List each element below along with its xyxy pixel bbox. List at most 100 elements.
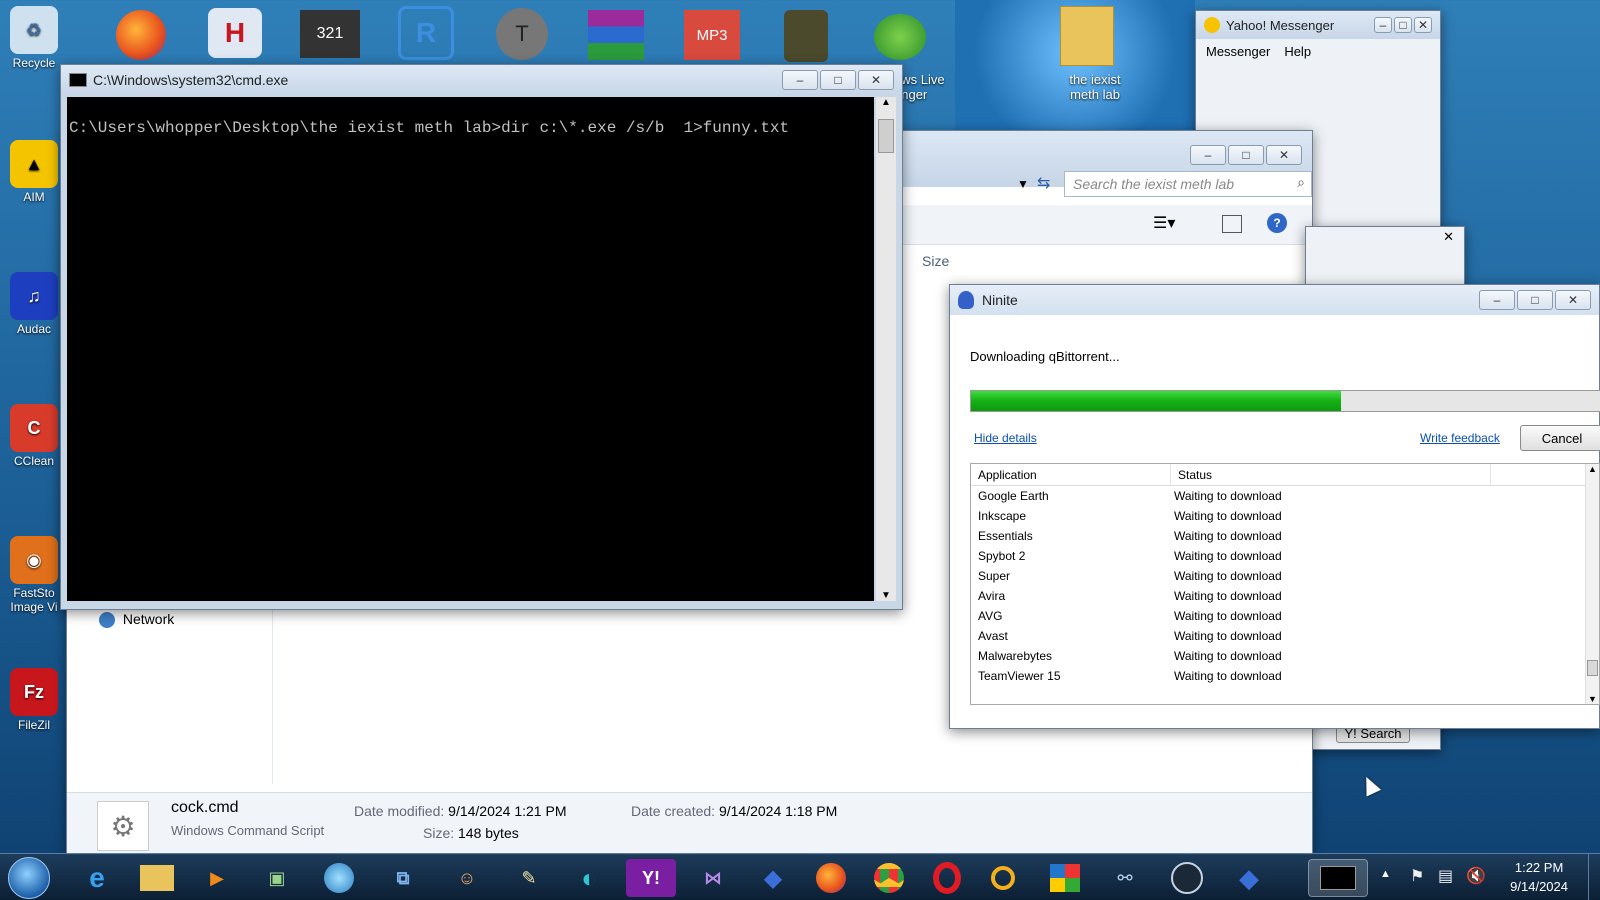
network-sharing-icon[interactable]: ⚯ — [1100, 859, 1150, 897]
action-center-flag-icon[interactable]: ⚑ — [1410, 866, 1424, 886]
search-input[interactable]: Search the iexist meth lab ⌕ — [1064, 171, 1312, 197]
ninite-running-icon[interactable]: ◆ — [1224, 859, 1274, 897]
start-button[interactable] — [8, 857, 50, 899]
media-player-classic-icon[interactable]: 321 — [300, 10, 360, 58]
desktop-icon-audacity[interactable]: ♫ Audac — [2, 272, 66, 336]
scroll-down-icon[interactable]: ▼ — [876, 590, 896, 601]
folder-label: the iexist meth lab — [1069, 72, 1121, 102]
cmd-taskbar-icon[interactable] — [1308, 859, 1368, 897]
show-hidden-icons-icon[interactable]: ▲ — [1380, 868, 1391, 880]
realvnc-icon[interactable]: R — [398, 6, 454, 60]
download-status: Downloading qBittorrent... — [970, 349, 1120, 364]
hotspot-shield-icon[interactable]: H — [208, 8, 262, 58]
device-manager-icon[interactable]: ▣ — [252, 859, 302, 897]
ninite-taskbar-icon[interactable]: ◆ — [748, 859, 798, 897]
preview-pane-icon[interactable] — [1222, 215, 1242, 233]
paint-icon[interactable]: ✎ — [504, 859, 554, 897]
table-row[interactable]: Spybot 2 Waiting to download — [971, 546, 1599, 566]
modified-value: 9/14/2024 1:21 PM — [448, 803, 567, 819]
col-status[interactable]: Status — [1171, 464, 1491, 485]
maximize-button[interactable]: □ — [820, 70, 856, 90]
created-value: 9/14/2024 1:18 PM — [718, 803, 838, 819]
maximize-button[interactable]: □ — [1394, 17, 1412, 33]
column-header-size[interactable]: Size — [922, 253, 949, 269]
users-icon[interactable]: ☺ — [442, 859, 492, 897]
minimize-button[interactable]: – — [1479, 290, 1515, 310]
desktop-icon-recycle-bin[interactable]: ♻ Recycle — [2, 6, 66, 70]
cancel-button[interactable]: Cancel — [1520, 425, 1600, 451]
desktop-icon-filezilla[interactable]: Fz FileZil — [2, 668, 66, 732]
table-row[interactable]: Inkscape Waiting to download — [971, 506, 1599, 526]
firefox-desktop-icon[interactable] — [116, 10, 166, 60]
network-share-icon[interactable]: ⧉ — [378, 859, 428, 897]
steam-icon[interactable] — [1162, 859, 1212, 897]
scroll-up-icon[interactable]: ▲ — [1586, 464, 1599, 474]
mp3-icon[interactable]: MP3 — [684, 10, 740, 60]
visual-studio-installer-icon[interactable]: ⋈ — [688, 859, 738, 897]
table-row[interactable]: AVG Waiting to download — [971, 606, 1599, 626]
view-options-icon[interactable]: ☰▾ — [1153, 213, 1175, 233]
menu-help[interactable]: Help — [1284, 44, 1311, 59]
chrome-icon[interactable] — [864, 859, 914, 897]
table-scrollbar[interactable]: ▲ ▼ — [1585, 464, 1599, 704]
help-icon[interactable]: ? — [1267, 213, 1287, 233]
hide-details-link[interactable]: Hide details — [974, 431, 1037, 445]
desktop-icon-aim[interactable]: ▲ AIM — [2, 140, 66, 204]
close-icon[interactable]: ✕ — [1443, 229, 1454, 245]
nav-network[interactable]: Network — [99, 611, 174, 629]
close-button[interactable]: ✕ — [1414, 17, 1432, 33]
table-row[interactable]: Avira Waiting to download — [971, 586, 1599, 606]
maximize-button[interactable]: □ — [1228, 145, 1264, 165]
close-button[interactable]: ✕ — [858, 70, 894, 90]
windows-update-icon[interactable] — [1040, 859, 1090, 897]
file-explorer-icon[interactable] — [132, 859, 182, 897]
close-button[interactable]: ✕ — [1266, 145, 1302, 165]
scroll-down-icon[interactable]: ▼ — [1586, 694, 1599, 704]
volume-muted-icon[interactable]: 🔇 — [1466, 866, 1486, 886]
folder-icon[interactable] — [1060, 6, 1114, 66]
yahoo-titlebar[interactable]: Yahoo! Messenger – □ ✕ — [1196, 11, 1440, 39]
table-row[interactable]: TeamViewer 15 Waiting to download — [971, 666, 1599, 686]
cmd-console[interactable]: C:\Users\whopper\Desktop\the iexist meth… — [67, 97, 874, 601]
desktop-icon-ccleaner[interactable]: C CClean — [2, 404, 66, 468]
game-character-icon[interactable] — [784, 10, 828, 62]
table-row[interactable]: Super Waiting to download — [971, 566, 1599, 586]
windows-live-messenger-icon[interactable] — [874, 14, 926, 60]
minimize-button[interactable]: – — [1374, 17, 1392, 33]
yahoo-messenger-taskbar-icon[interactable]: Y! — [626, 859, 676, 897]
firefox-taskbar-icon[interactable] — [806, 859, 856, 897]
col-application[interactable]: Application — [971, 464, 1171, 485]
scroll-thumb[interactable] — [878, 119, 894, 153]
internet-explorer-icon[interactable]: e — [72, 859, 122, 897]
table-row[interactable]: Malwarebytes Waiting to download — [971, 646, 1599, 666]
winrar-icon[interactable] — [588, 10, 644, 60]
opera-icon[interactable] — [922, 859, 972, 897]
menu-messenger[interactable]: Messenger — [1206, 44, 1270, 59]
ninite-titlebar[interactable]: Ninite – □ ✕ — [950, 285, 1599, 315]
close-button[interactable]: ✕ — [1555, 290, 1591, 310]
media-player-icon[interactable]: ▶ — [192, 859, 242, 897]
edge-icon[interactable]: ◐ — [564, 859, 614, 897]
minimize-button[interactable]: – — [782, 70, 818, 90]
globe-icon[interactable] — [314, 859, 364, 897]
cmd-titlebar[interactable]: C:\Windows\system32\cmd.exe – □ ✕ — [61, 65, 902, 95]
desktop-icon-faststone[interactable]: ◉ FastSto Image Vi — [2, 536, 66, 614]
ring-app-icon[interactable] — [978, 859, 1028, 897]
network-tray-icon[interactable]: ▤ — [1438, 866, 1453, 886]
file-gear-icon: ⚙ — [97, 801, 149, 851]
refresh-icon[interactable]: ⇆ — [1037, 173, 1050, 193]
address-dropdown-icon[interactable]: ▼ — [1017, 177, 1029, 191]
scroll-up-icon[interactable]: ▲ — [876, 97, 896, 108]
torbrowser-icon[interactable]: T — [496, 8, 548, 60]
table-row[interactable]: Google Earth Waiting to download — [971, 486, 1599, 506]
write-feedback-link[interactable]: Write feedback — [1420, 431, 1500, 445]
maximize-button[interactable]: □ — [1517, 290, 1553, 310]
table-row[interactable]: Essentials Waiting to download — [971, 526, 1599, 546]
scroll-thumb[interactable] — [1587, 660, 1598, 676]
table-row[interactable]: Avast Waiting to download — [971, 626, 1599, 646]
desktop-icon-label: FileZil — [18, 718, 50, 732]
cmd-scrollbar[interactable]: ▲ ▼ — [876, 97, 896, 601]
minimize-button[interactable]: – — [1190, 145, 1226, 165]
system-clock[interactable]: 1:22 PM 9/14/2024 — [1510, 858, 1568, 896]
show-desktop-button[interactable] — [1588, 854, 1600, 900]
